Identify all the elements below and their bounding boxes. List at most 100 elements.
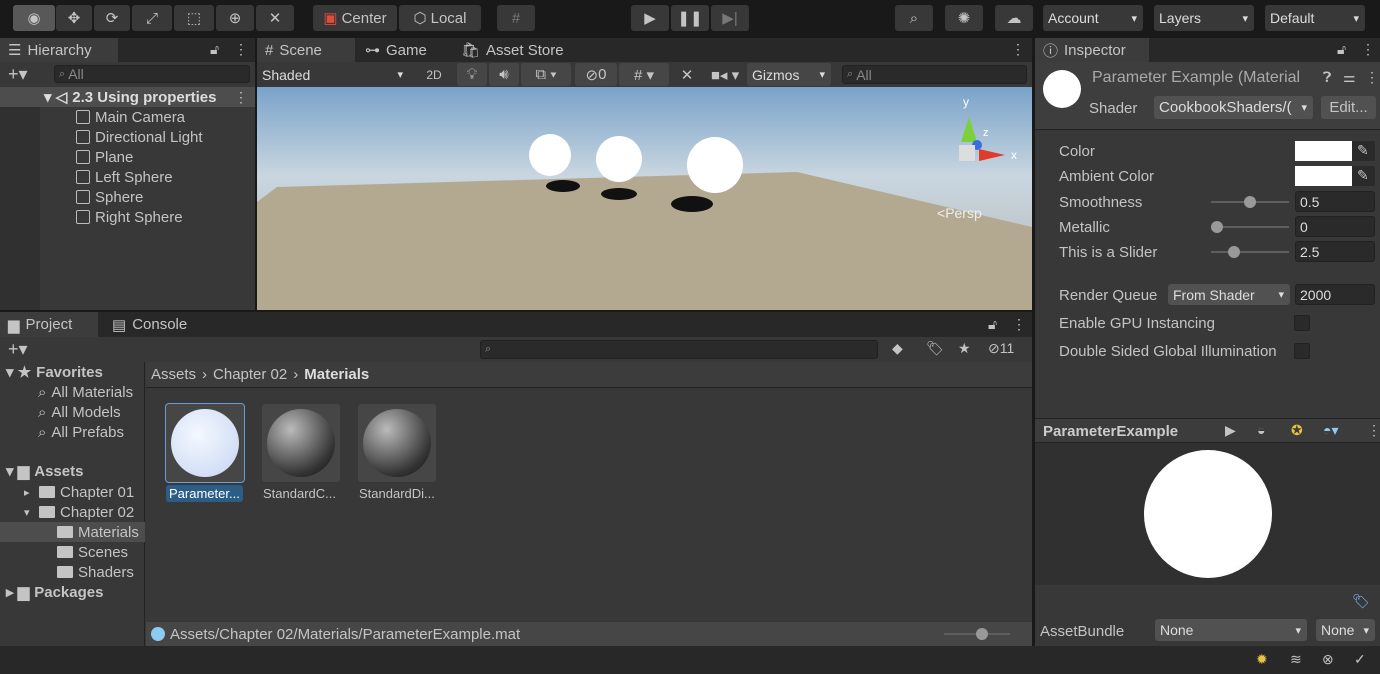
- tab-inspector[interactable]: ⓘ Inspector: [1035, 38, 1149, 62]
- tab-game[interactable]: ⊶ Game: [357, 38, 435, 62]
- layers-dropdown[interactable]: Layers: [1154, 5, 1254, 31]
- asset-folder[interactable]: Scenes: [42, 542, 128, 562]
- favorites-node[interactable]: ▾ ★ Favorites: [6, 362, 103, 382]
- gpu-instancing-checkbox[interactable]: [1294, 315, 1310, 331]
- preset-icon[interactable]: ⚌: [1343, 69, 1356, 86]
- favorite-item[interactable]: ⌕ All Materials: [38, 382, 133, 402]
- hierarchy-item[interactable]: Sphere: [76, 187, 143, 207]
- visibility-toggle[interactable]: ⊘ 0: [575, 63, 617, 86]
- project-search-input[interactable]: ⌕: [480, 340, 878, 359]
- preview-mesh-dropdown[interactable]: ◓▾: [1323, 422, 1338, 439]
- persp-toggle[interactable]: <Persp: [937, 205, 982, 221]
- view-tool-button[interactable]: ◉: [13, 5, 55, 31]
- icon-size-slider[interactable]: [944, 628, 1010, 640]
- more-icon[interactable]: ⋮: [1365, 69, 1379, 86]
- more-icon[interactable]: ⋮: [1011, 41, 1025, 58]
- add-button[interactable]: +▾: [8, 64, 28, 85]
- render-queue-input[interactable]: 2000: [1295, 284, 1375, 305]
- audio-toggle[interactable]: 🔊︎: [489, 63, 519, 86]
- gizmos-dropdown[interactable]: Gizmos: [747, 63, 831, 86]
- asset-bundle-dropdown[interactable]: None: [1155, 619, 1307, 641]
- move-tool-button[interactable]: ✥: [56, 5, 92, 31]
- rotate-tool-button[interactable]: ⟳: [94, 5, 130, 31]
- favorite-star-icon[interactable]: ★: [958, 340, 971, 357]
- cloud-button[interactable]: ☁: [995, 5, 1033, 31]
- tab-scene[interactable]: # Scene: [257, 38, 355, 62]
- lighting-toggle[interactable]: 💡︎: [457, 63, 487, 86]
- slider-knob[interactable]: [1244, 196, 1256, 208]
- metallic-input[interactable]: 0: [1295, 216, 1375, 237]
- packages-node[interactable]: ▸ ▆ Packages: [6, 582, 103, 602]
- effects-dropdown[interactable]: ⧉ ▾: [521, 63, 571, 86]
- eyedropper-icon[interactable]: ✎: [1357, 167, 1369, 184]
- asset-folder[interactable]: Shaders: [42, 562, 134, 582]
- custom-slider-input[interactable]: 2.5: [1295, 241, 1375, 262]
- scene-root[interactable]: ▾ ◁ 2.3 Using properties: [44, 87, 216, 107]
- render-queue-dropdown[interactable]: From Shader: [1168, 284, 1290, 305]
- custom-slider[interactable]: [1211, 246, 1289, 258]
- 2d-toggle[interactable]: 2D: [420, 63, 448, 86]
- filter-type-icon[interactable]: ◆: [892, 340, 903, 357]
- slider-knob[interactable]: [1227, 246, 1240, 258]
- edit-shader-button[interactable]: Edit...: [1321, 96, 1376, 119]
- material-asset[interactable]: StandardC...: [262, 404, 340, 504]
- scene-viewport[interactable]: y x z <Persp: [257, 87, 1032, 310]
- more-icon[interactable]: ⋮: [1012, 316, 1026, 333]
- tools-button[interactable]: ✕: [673, 63, 701, 86]
- scene-more-icon[interactable]: ⋮: [234, 89, 248, 106]
- pivot-local-button[interactable]: ⬡ Local: [399, 5, 481, 31]
- tab-console[interactable]: ▤ Console: [104, 312, 195, 337]
- metallic-slider[interactable]: [1211, 221, 1289, 233]
- more-icon[interactable]: ⋮: [1367, 422, 1380, 439]
- hierarchy-item[interactable]: Plane: [76, 147, 133, 167]
- breadcrumb-chapter[interactable]: Chapter 02: [213, 366, 287, 383]
- hierarchy-search-input[interactable]: ⌕ All: [54, 65, 250, 83]
- tab-project[interactable]: ▆ Project: [0, 312, 98, 337]
- camera-dropdown[interactable]: ■◂ ▾: [703, 63, 747, 86]
- color-field[interactable]: ✎: [1295, 141, 1375, 161]
- step-button[interactable]: ▶|: [711, 5, 749, 31]
- tag-icon[interactable]: 🏷︎: [1352, 593, 1370, 610]
- more-icon[interactable]: ⋮: [1361, 41, 1375, 58]
- slider-knob[interactable]: [1211, 221, 1223, 233]
- smoothness-slider[interactable]: [1211, 196, 1289, 208]
- bug-icon[interactable]: ✹: [1256, 651, 1268, 668]
- scale-tool-button[interactable]: ⤢: [132, 5, 172, 31]
- smoothness-input[interactable]: 0.5: [1295, 191, 1375, 212]
- favorite-item[interactable]: ⌕ All Models: [38, 402, 121, 422]
- eyedropper-icon[interactable]: ✎: [1357, 142, 1369, 159]
- layers-stack-icon[interactable]: ≋: [1290, 651, 1302, 668]
- check-circle-icon[interactable]: ✓: [1354, 651, 1366, 668]
- ambient-color-field[interactable]: ✎: [1295, 166, 1375, 186]
- sphere-mesh-icon[interactable]: ◒: [1257, 422, 1265, 438]
- help-icon[interactable]: ❓︎: [1323, 69, 1331, 86]
- hierarchy-item[interactable]: Right Sphere: [76, 207, 183, 227]
- pause-button[interactable]: ❚❚: [671, 5, 709, 31]
- transform-tool-button[interactable]: ⊕: [216, 5, 254, 31]
- scene-search-input[interactable]: ⌕ All: [842, 65, 1027, 84]
- asset-folder[interactable]: ▸ Chapter 01: [24, 482, 134, 502]
- shading-dropdown[interactable]: Shaded: [257, 63, 409, 86]
- play-icon[interactable]: ▶: [1225, 422, 1236, 439]
- play-button[interactable]: ▶: [631, 5, 669, 31]
- filter-label-icon[interactable]: 🏷︎: [926, 340, 944, 357]
- material-preview[interactable]: [1035, 443, 1380, 585]
- breadcrumb-assets[interactable]: Assets: [151, 366, 196, 383]
- assets-node[interactable]: ▾ ▆ Assets: [6, 461, 83, 481]
- more-icon[interactable]: ⋮: [234, 41, 248, 58]
- hidden-packages-toggle[interactable]: ⊘11: [988, 340, 1014, 357]
- shader-dropdown[interactable]: CookbookShaders/(: [1154, 96, 1313, 119]
- network-icon[interactable]: ⊗: [1322, 651, 1334, 668]
- custom-tool-button[interactable]: ✕: [256, 5, 294, 31]
- rect-tool-button[interactable]: ⬚: [174, 5, 214, 31]
- services-button[interactable]: ✺: [945, 5, 983, 31]
- light-icon[interactable]: ✪: [1291, 422, 1303, 439]
- create-button[interactable]: +▾: [8, 339, 28, 360]
- search-button[interactable]: ⌕: [895, 5, 933, 31]
- double-sided-gi-checkbox[interactable]: [1294, 343, 1310, 359]
- material-asset[interactable]: StandardDi...: [358, 404, 436, 504]
- grid-snap-button[interactable]: #: [497, 5, 535, 31]
- hierarchy-item[interactable]: Main Camera: [76, 107, 185, 127]
- breadcrumb-materials[interactable]: Materials: [304, 366, 369, 383]
- lock-icon[interactable]: 🔓︎: [988, 316, 997, 333]
